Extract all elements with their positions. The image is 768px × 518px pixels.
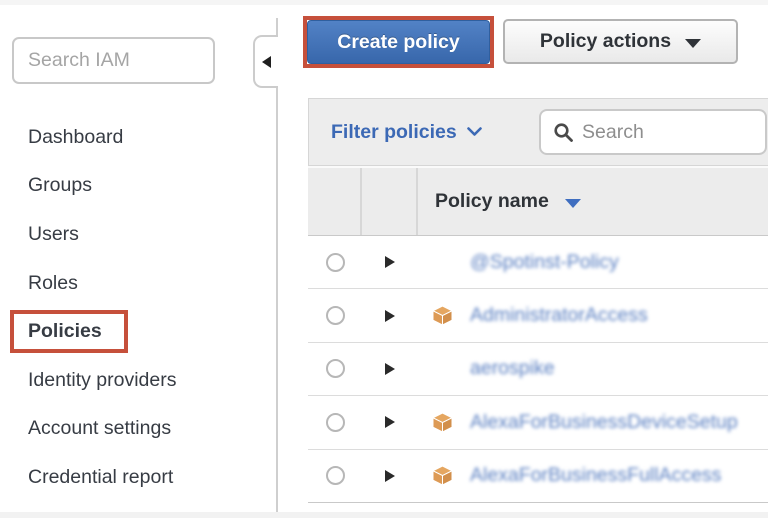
expand-caret-icon[interactable]: [385, 363, 395, 375]
radio-button[interactable]: [326, 306, 345, 325]
table-row: @Spotinst-Policy: [308, 236, 768, 289]
expand-caret-icon[interactable]: [385, 256, 395, 268]
sidebar-item-label: Groups: [28, 174, 92, 197]
table-row: AlexaForBusinessFullAccess: [308, 450, 768, 503]
filter-bar: Filter policies: [308, 98, 768, 166]
header-cell-select: [308, 168, 362, 235]
sidebar-collapse-button[interactable]: [253, 35, 278, 88]
sidebar-divider: [276, 18, 278, 512]
header-cell-expand: [362, 168, 418, 235]
radio-button[interactable]: [326, 253, 345, 272]
annotation-highlight-box: [303, 16, 494, 68]
sidebar-item-label: Credential report: [28, 466, 173, 489]
sidebar-item-label: Roles: [28, 272, 78, 295]
table-row: AdministratorAccess: [308, 289, 768, 342]
expand-caret-icon[interactable]: [385, 470, 395, 482]
radio-button[interactable]: [326, 413, 345, 432]
policy-name-link[interactable]: @Spotinst-Policy: [470, 251, 619, 274]
policy-table: @Spotinst-Policy AdministratorAccess: [308, 236, 768, 503]
policy-name-link[interactable]: AlexaForBusinessFullAccess: [470, 464, 721, 487]
table-row: AlexaForBusinessDeviceSetup: [308, 396, 768, 449]
expand-caret-icon[interactable]: [385, 416, 395, 428]
sidebar-nav: Dashboard Groups Users Roles Policies Id…: [28, 113, 177, 502]
sidebar-item-policies[interactable]: Policies: [28, 307, 177, 356]
policy-name-link[interactable]: AdministratorAccess: [470, 304, 648, 327]
aws-managed-policy-cube-icon: [432, 305, 470, 326]
aws-managed-policy-cube-icon: [432, 465, 470, 486]
aws-managed-policy-cube-icon: [432, 412, 470, 433]
policy-name-header-label: Policy name: [435, 190, 549, 213]
sidebar-item-dashboard[interactable]: Dashboard: [28, 113, 177, 162]
sidebar-item-credential-report[interactable]: Credential report: [28, 453, 177, 502]
bottom-edge-strip: [0, 512, 768, 518]
radio-button[interactable]: [326, 466, 345, 485]
policy-search-input[interactable]: [582, 121, 732, 144]
header-cell-policy-name[interactable]: Policy name: [418, 168, 768, 235]
radio-button[interactable]: [326, 359, 345, 378]
sidebar-item-label: Users: [28, 223, 79, 246]
search-icon: [553, 122, 574, 143]
sidebar-item-account-settings[interactable]: Account settings: [28, 405, 177, 454]
sidebar-item-label: Identity providers: [28, 369, 177, 392]
policy-actions-button[interactable]: Policy actions: [503, 19, 738, 64]
top-edge-strip: [0, 0, 768, 5]
sidebar-item-roles[interactable]: Roles: [28, 259, 177, 308]
sidebar-item-users[interactable]: Users: [28, 210, 177, 259]
sidebar-item-label: Policies: [28, 320, 102, 343]
iam-policies-page: Dashboard Groups Users Roles Policies Id…: [0, 0, 768, 518]
collapse-left-caret-icon: [262, 56, 271, 68]
iam-search-input[interactable]: [12, 37, 215, 84]
chevron-down-icon: [467, 127, 482, 137]
policy-name-link[interactable]: AlexaForBusinessDeviceSetup: [470, 411, 738, 434]
table-row: aerospike: [308, 343, 768, 396]
policy-search-box: [539, 109, 767, 155]
sidebar-item-label: Account settings: [28, 417, 171, 440]
policy-actions-label: Policy actions: [540, 30, 671, 53]
policy-name-link[interactable]: aerospike: [470, 357, 555, 380]
sidebar-item-identity-providers[interactable]: Identity providers: [28, 356, 177, 405]
expand-caret-icon[interactable]: [385, 310, 395, 322]
sidebar-item-groups[interactable]: Groups: [28, 162, 177, 211]
annotation-highlight-box: Policies: [10, 310, 128, 353]
table-header: Policy name: [308, 166, 768, 236]
sort-desc-icon: [565, 199, 581, 208]
chevron-down-icon: [685, 39, 701, 48]
filter-policies-dropdown[interactable]: Filter policies: [331, 121, 482, 144]
sidebar-item-label: Dashboard: [28, 126, 123, 149]
filter-policies-label: Filter policies: [331, 121, 457, 144]
